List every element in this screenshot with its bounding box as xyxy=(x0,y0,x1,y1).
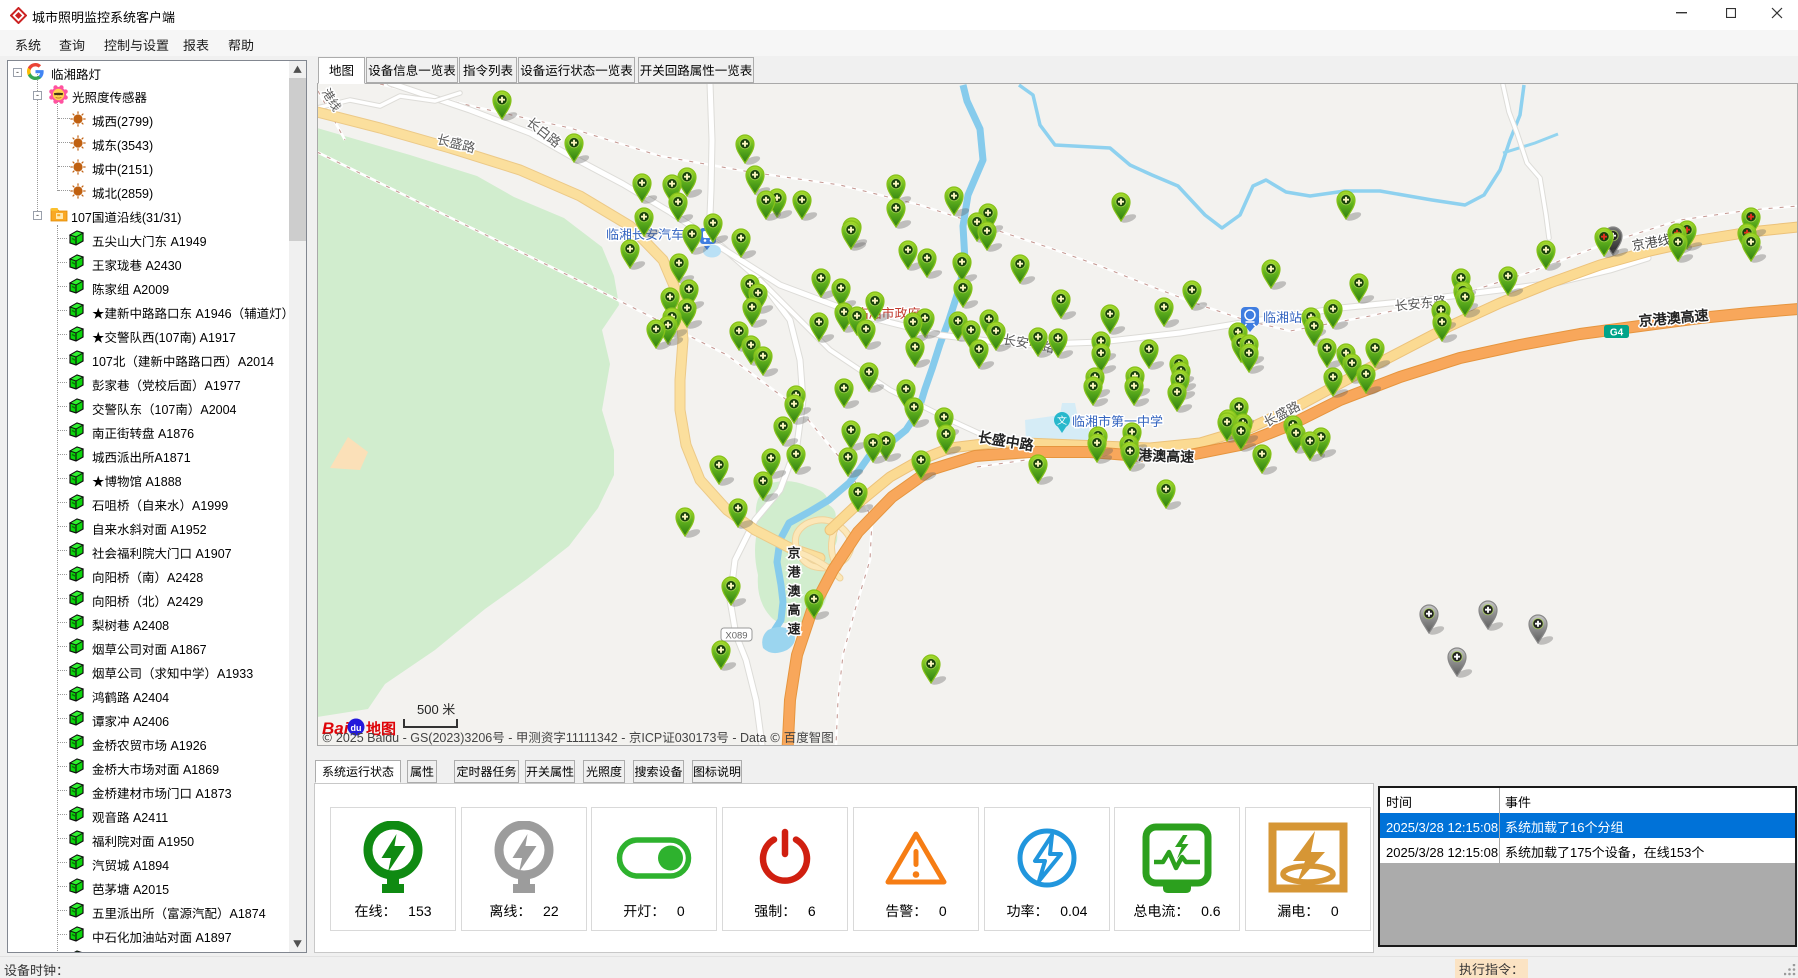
svg-text:文: 文 xyxy=(1057,412,1067,427)
svg-text:港澳高速: 港澳高速 xyxy=(1138,445,1195,467)
svg-text:X089: X089 xyxy=(725,628,747,642)
svg-text:G4: G4 xyxy=(1610,324,1624,339)
svg-text:500 米: 500 米 xyxy=(417,699,455,718)
svg-text:© 2025 Baidu - GS(2023)3206号 -: © 2025 Baidu - GS(2023)3206号 - 甲测资字11111… xyxy=(322,727,834,746)
svg-text:临湘市第一中学: 临湘市第一中学 xyxy=(1072,411,1163,430)
svg-text:临湘站: 临湘站 xyxy=(1263,307,1302,326)
svg-text:京港澳高速: 京港澳高速 xyxy=(785,543,804,638)
